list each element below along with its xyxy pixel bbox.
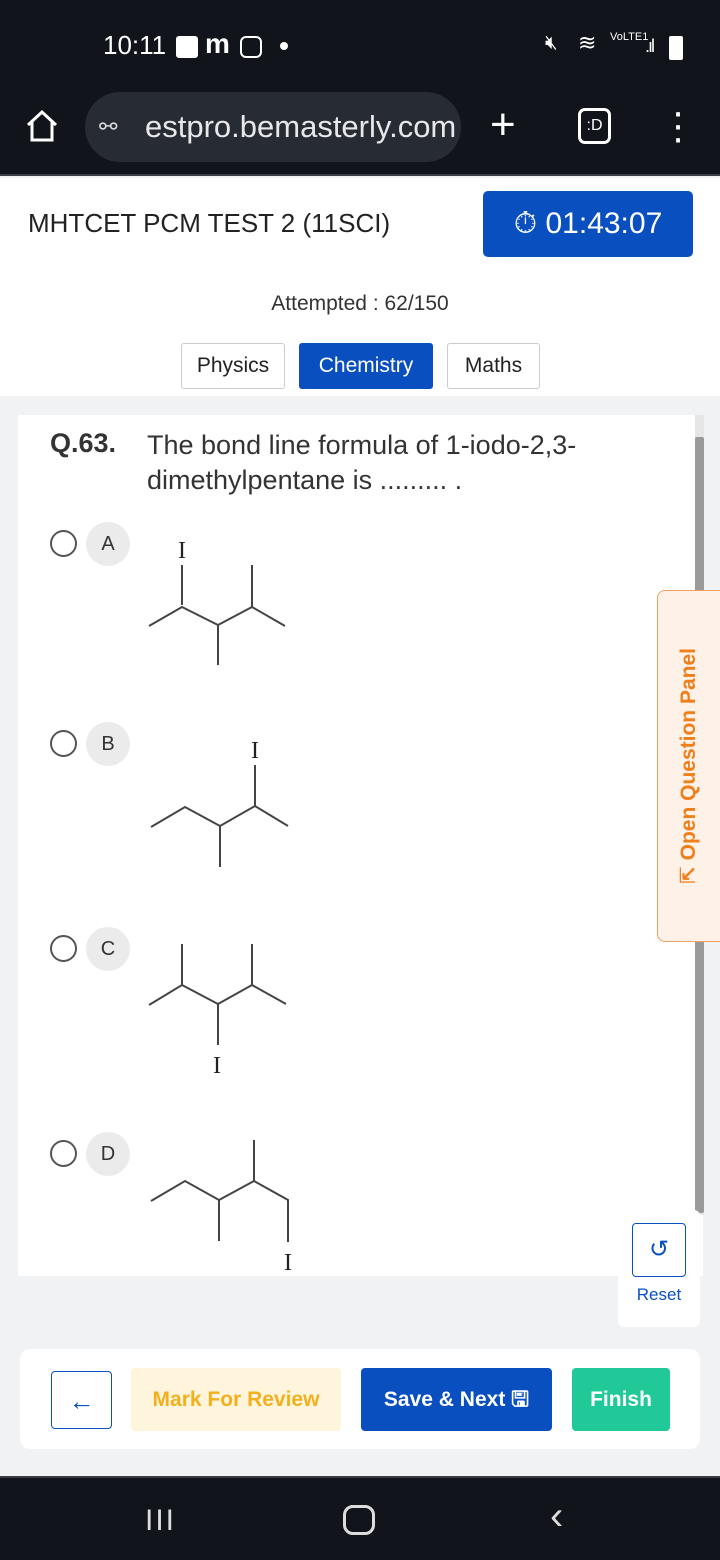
- gallery-icon: [176, 36, 198, 58]
- test-title: MHTCET PCM TEST 2 (11SCI): [28, 208, 391, 238]
- m-app-icon: m: [205, 28, 230, 59]
- question-number: Q.63.: [50, 428, 117, 458]
- status-time: 10:11: [103, 30, 167, 60]
- finish-button[interactable]: Finish: [572, 1368, 670, 1431]
- save-next-label: Save & Next: [383, 1388, 506, 1411]
- url-bar[interactable]: estpro.bemasterly.com ⚯: [85, 92, 461, 162]
- reset-button[interactable]: ↺: [632, 1223, 686, 1277]
- option-radio-b[interactable]: [50, 730, 77, 757]
- battery-icon: [669, 36, 683, 60]
- home-nav-icon[interactable]: [343, 1505, 375, 1535]
- option-radio-a[interactable]: [50, 530, 77, 557]
- menu-icon[interactable]: · · ·: [668, 92, 688, 158]
- recents-icon[interactable]: III: [145, 1504, 176, 1538]
- instagram-icon: [240, 36, 262, 58]
- tab-physics[interactable]: Physics: [181, 343, 285, 389]
- site-settings-icon[interactable]: ⚯: [99, 92, 117, 162]
- status-bar: 10:11 m 🔇︎ ≋ VoLTE1 .ıl: [0, 0, 720, 90]
- notification-dot-icon: [280, 42, 288, 50]
- mark-for-review-button[interactable]: Mark For Review: [131, 1368, 341, 1431]
- tab-chemistry[interactable]: Chemistry: [299, 343, 433, 389]
- mute-icon: 🔇︎: [545, 32, 558, 54]
- system-nav-bar: III ‹: [0, 1476, 720, 1560]
- tab-switcher-button[interactable]: :D: [578, 108, 611, 144]
- save-icon: 🖫︎: [511, 1388, 530, 1411]
- attempted-count: Attempted : 62/150: [271, 292, 449, 315]
- option-label: B: [86, 722, 130, 766]
- home-icon[interactable]: [24, 108, 60, 144]
- tab-maths[interactable]: Maths: [447, 343, 540, 389]
- reset-label: Reset: [636, 1285, 682, 1304]
- open-question-panel-button[interactable]: ⇱ Open Question Panel: [657, 590, 720, 942]
- volte-icon: VoLTE1: [610, 31, 649, 43]
- undo-icon: ↺: [648, 1236, 670, 1263]
- wifi-icon: ≋: [578, 30, 597, 55]
- timer-value: 01:43:07: [545, 207, 663, 240]
- panel-label: Open Question Panel: [677, 648, 700, 861]
- option-label: C: [86, 927, 130, 971]
- panel-icon: ⇱: [677, 860, 700, 884]
- option-label: D: [86, 1132, 130, 1176]
- signal-icon: .ıl: [645, 36, 655, 56]
- save-next-button[interactable]: Save & Next 🖫︎: [361, 1368, 552, 1431]
- url-text: estpro.bemasterly.com: [145, 109, 457, 144]
- previous-button[interactable]: ←: [51, 1371, 112, 1429]
- option-radio-c[interactable]: [50, 935, 77, 962]
- option-label: A: [86, 522, 130, 566]
- arrow-left-icon: ←: [68, 1386, 95, 1416]
- option-radio-d[interactable]: [50, 1140, 77, 1167]
- stopwatch-icon: ⏱: [513, 207, 546, 240]
- question-text: The bond line formula of 1-iodo-2,3-dime…: [147, 430, 577, 495]
- timer: ⏱ 01:43:07: [483, 191, 693, 257]
- back-icon[interactable]: ‹: [550, 1494, 563, 1539]
- new-tab-icon[interactable]: +: [490, 100, 516, 150]
